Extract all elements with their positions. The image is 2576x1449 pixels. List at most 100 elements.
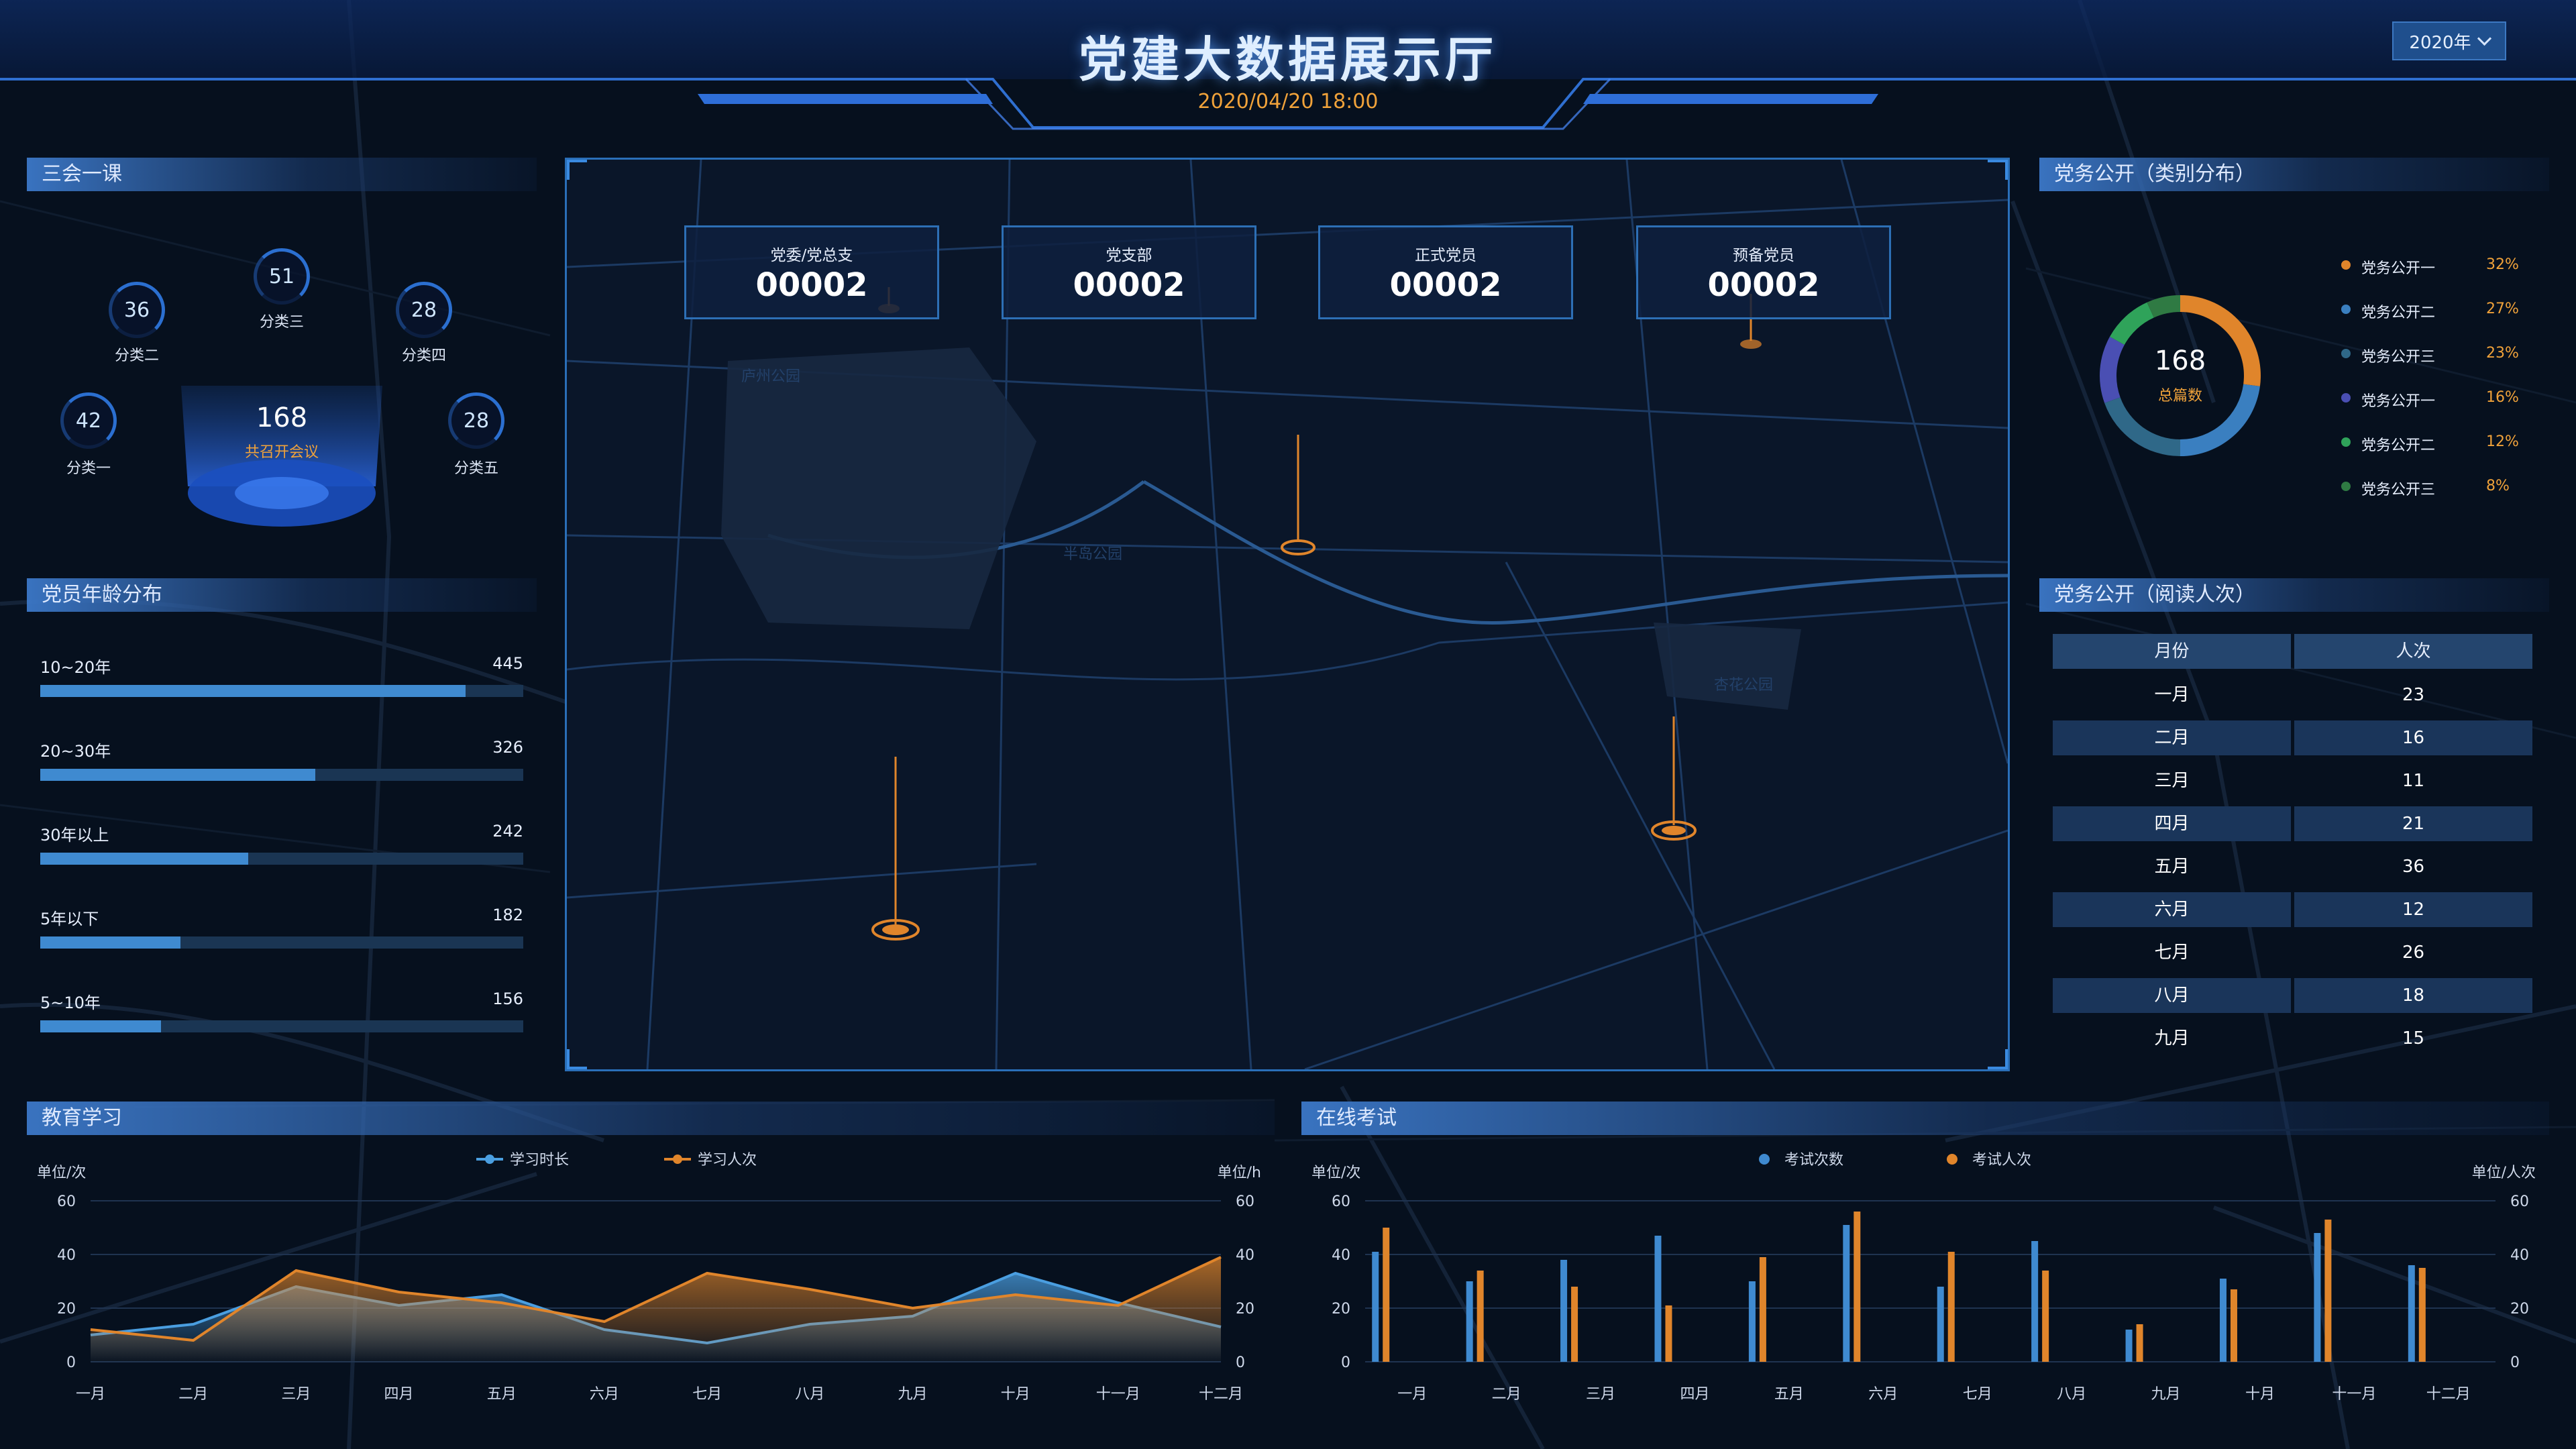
- bar: [2324, 1220, 2332, 1362]
- meeting-total-value: 168: [256, 402, 308, 433]
- map-pin-dot: [1662, 826, 1686, 835]
- legend-marker: [485, 1155, 494, 1164]
- age-row-fill: [40, 853, 248, 865]
- table-row: 二月 16: [2053, 720, 2532, 755]
- education-area-chart: 单位/次 单位/h 0 0 20 20 40 40 60 60 一月 二月 三月 四月 五月 六月 七月 八月 九月…: [37, 1152, 1261, 1403]
- meeting-stat-2-label: 分类二: [114, 347, 159, 364]
- x-tick-label: 一月: [76, 1386, 105, 1403]
- table-header-cell: 人次: [2294, 634, 2532, 669]
- donut-slice: [2110, 302, 2154, 345]
- table-cell-count: 23: [2402, 685, 2425, 705]
- age-row-label: 30年以上: [40, 826, 109, 845]
- map-place-label: 半岛公园: [1063, 546, 1122, 563]
- table-cell-month: 二月: [2053, 720, 2291, 755]
- age-row-label: 5~10年: [40, 994, 101, 1012]
- stat-label: 预备党员: [1733, 247, 1794, 264]
- legend-marker: [1759, 1154, 1770, 1165]
- map-pin[interactable]: [1740, 339, 1762, 349]
- age-row-label: 5年以下: [40, 910, 99, 928]
- legend-item: 党务公开三 8%: [2341, 474, 2542, 500]
- age-row-track: [40, 936, 523, 949]
- age-row-label: 20~30年: [40, 742, 111, 761]
- x-tick-label: 五月: [1774, 1386, 1804, 1403]
- table-row: 一月 23: [2053, 678, 2532, 712]
- table-cell-count: 26: [2402, 943, 2425, 963]
- chevron-down-icon: [2477, 31, 2491, 46]
- legend-dot: [2341, 349, 2351, 358]
- meeting-stat-1-label: 分类一: [66, 460, 111, 477]
- legend-dot: [2341, 305, 2351, 314]
- legend-name: 党务公开二: [2361, 437, 2436, 454]
- table-cell-count: 11: [2402, 771, 2425, 791]
- table-row: 四月 21: [2053, 806, 2532, 841]
- table-cell-month: 四月: [2053, 806, 2291, 841]
- bar: [2314, 1233, 2321, 1362]
- stat-probationary-members: 预备党员 00002: [1636, 225, 1891, 319]
- x-tick-label: 二月: [178, 1386, 208, 1403]
- datetime: 2020/04/20 18:00: [1197, 90, 1379, 113]
- exam-bar-chart: 单位/次 单位/人次 0 0 20 20 40 40 60 60 一月 二月 三月 四月 五月 六月 七月 八月 九…: [1311, 1152, 2536, 1403]
- publish-reads-title: 党务公开（阅读人次）: [2039, 578, 2549, 612]
- x-tick-label: 七月: [692, 1386, 722, 1403]
- bar: [1372, 1252, 1379, 1362]
- legend-name: 党务公开一: [2361, 260, 2436, 277]
- x-tick-label: 八月: [2057, 1386, 2086, 1403]
- table-cell-month: 三月: [2154, 771, 2190, 791]
- table-cell-count: 18: [2294, 978, 2532, 1013]
- y-tick-label: 40: [1332, 1247, 1350, 1264]
- x-tick-label: 二月: [1492, 1386, 1521, 1403]
- table-row: 八月 18: [2053, 978, 2532, 1013]
- table-header-cell: 月份: [2053, 634, 2291, 669]
- bar: [1854, 1212, 1861, 1362]
- bar: [2230, 1289, 2237, 1362]
- legend-marker: [1947, 1154, 1957, 1165]
- table-cell-count: 16: [2294, 720, 2532, 755]
- x-tick-label: 十二月: [2426, 1386, 2471, 1403]
- table-cell-month: 七月: [2154, 943, 2190, 963]
- meeting-stat-4: 28: [396, 282, 452, 338]
- age-row-track: [40, 685, 523, 697]
- meeting-stat-3-label: 分类三: [259, 314, 304, 331]
- age-row-value: 156: [492, 989, 523, 1008]
- legend-item: 党务公开一 16%: [2341, 385, 2542, 412]
- y-tick-label-right: 40: [1236, 1247, 1254, 1264]
- y-tick-label-right: 0: [2510, 1354, 2520, 1371]
- y-tick-label-right: 60: [2510, 1193, 2529, 1210]
- exam-panel-title: 在线考试: [1301, 1102, 2549, 1135]
- map-view[interactable]: 庐州公园 半岛公园 杏花公园 党委/党总支 00002 党支部 00002 正式…: [565, 158, 2010, 1071]
- bar: [2408, 1265, 2415, 1362]
- legend-dot: [2341, 437, 2351, 447]
- stat-value: 00002: [1389, 266, 1502, 304]
- x-tick-label: 十月: [1001, 1386, 1030, 1403]
- legend-dot: [2341, 393, 2351, 402]
- x-tick-label: 十二月: [1199, 1386, 1243, 1403]
- age-row-value: 182: [492, 906, 523, 924]
- bar: [1383, 1228, 1390, 1362]
- stat-label: 党委/党总支: [770, 247, 853, 264]
- x-tick-label: 八月: [795, 1386, 824, 1403]
- y-tick-label: 60: [1332, 1193, 1350, 1210]
- table-cell-month: 九月: [2154, 1028, 2190, 1049]
- x-tick-label: 七月: [1963, 1386, 1992, 1403]
- bar: [1843, 1225, 1850, 1362]
- y-tick-label: 20: [57, 1301, 76, 1318]
- legend-item: 党务公开二 12%: [2341, 429, 2542, 456]
- age-row-track: [40, 853, 523, 865]
- bar: [1571, 1287, 1578, 1362]
- education-panel-title: 教育学习: [27, 1102, 1275, 1135]
- donut-slice: [2104, 397, 2180, 456]
- bar: [1947, 1252, 1955, 1362]
- x-tick-label: 十一月: [1096, 1386, 1140, 1403]
- age-row-value: 445: [492, 654, 523, 673]
- table-cell-count: 21: [2294, 806, 2532, 841]
- year-select[interactable]: 2020年: [2392, 21, 2506, 60]
- legend-label: 学习人次: [698, 1152, 757, 1169]
- x-tick-label: 一月: [1397, 1386, 1427, 1403]
- bar: [1665, 1305, 1672, 1362]
- age-row-value: 326: [492, 738, 523, 757]
- bar: [1560, 1260, 1568, 1362]
- stat-label: 党支部: [1106, 247, 1152, 264]
- legend-dot: [2341, 482, 2351, 491]
- axis-unit-left: 单位/次: [1311, 1165, 1360, 1181]
- y-tick-label: 0: [1341, 1354, 1350, 1371]
